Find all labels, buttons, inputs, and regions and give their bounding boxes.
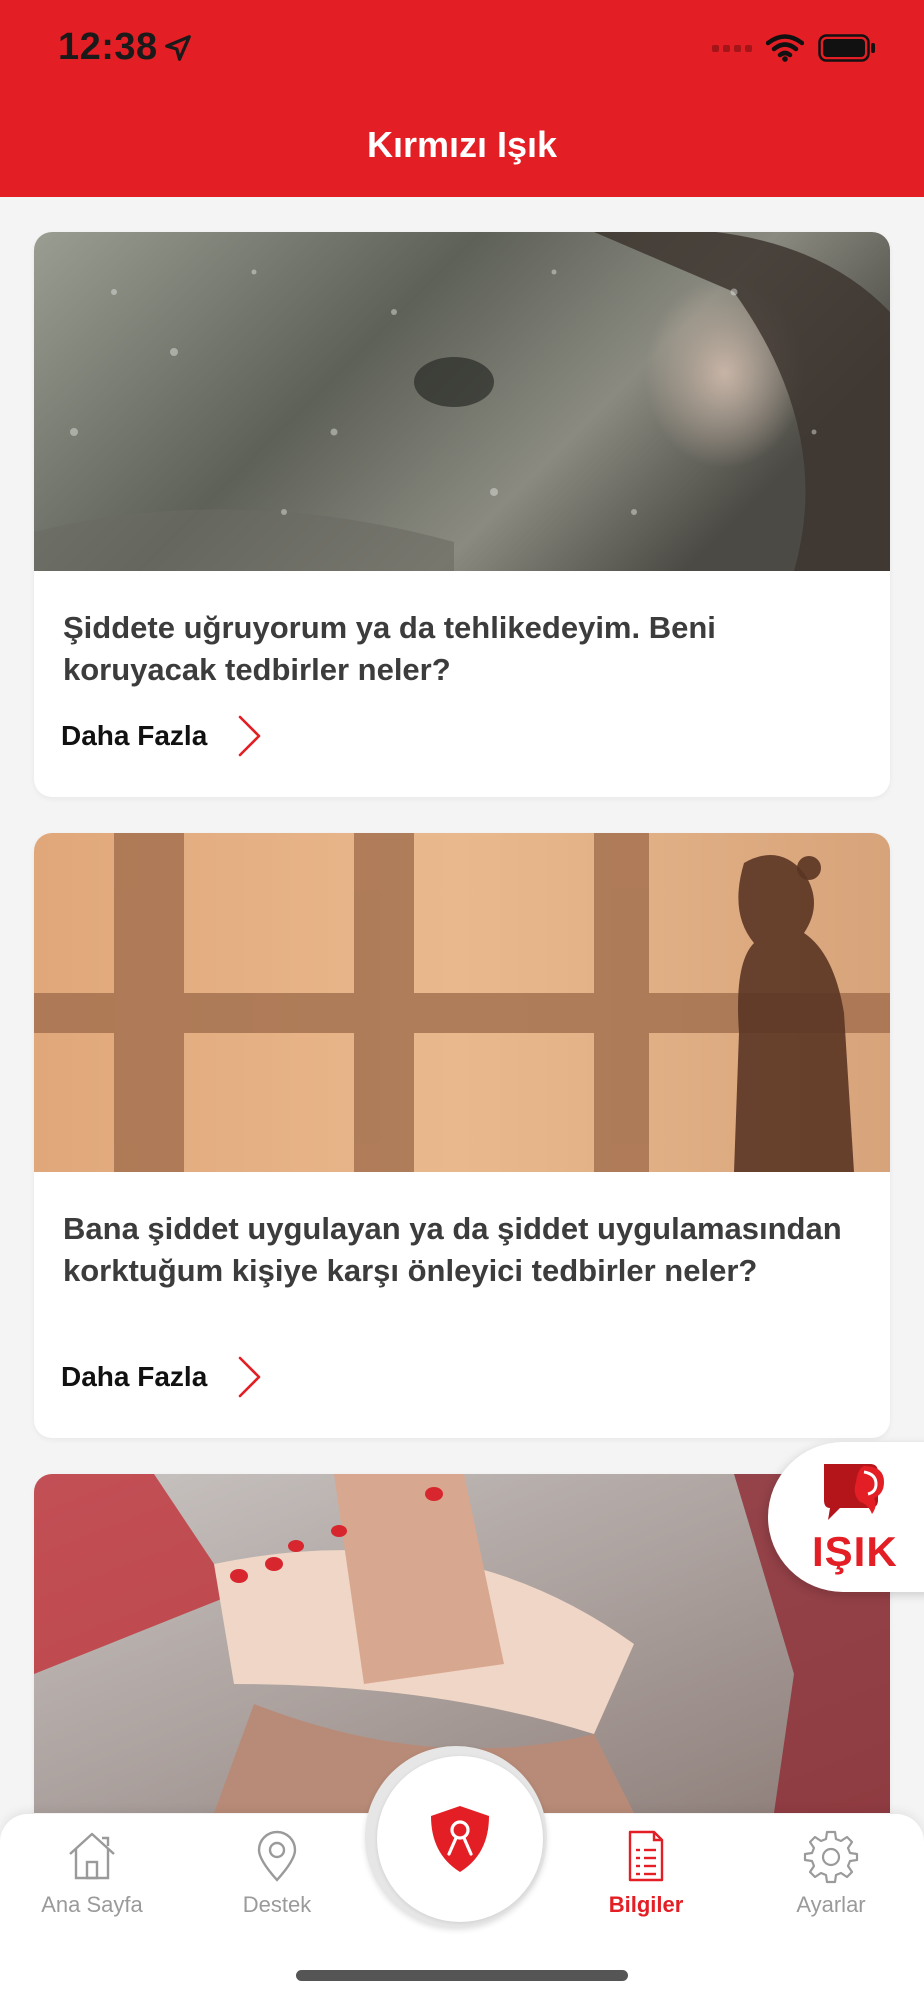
tab-info[interactable]: Bilgiler [566, 1828, 726, 1918]
location-arrow-icon [165, 35, 191, 61]
app-header: 12:38 Kırmızı Işık [0, 0, 924, 197]
tab-label: Bilgiler [608, 1892, 684, 1917]
more-link-label: Daha Fazla [61, 720, 208, 751]
gear-icon [803, 1830, 859, 1884]
info-card[interactable]: Bana şiddet uygulayan ya da şiddet uygul… [34, 833, 890, 1438]
wifi-icon [766, 34, 804, 62]
tab-settings[interactable]: Ayarlar [751, 1828, 911, 1918]
document-list-icon [628, 1830, 664, 1882]
status-icons [712, 34, 876, 62]
tab-label: Ayarlar [796, 1892, 866, 1917]
isik-floating-button[interactable]: IŞIK [768, 1442, 924, 1592]
tab-home[interactable]: Ana Sayfa [12, 1828, 172, 1918]
status-time: 12:38 [58, 26, 158, 68]
battery-icon [818, 34, 875, 62]
home-icon [69, 1832, 115, 1880]
location-pin-icon [257, 1830, 297, 1882]
signal-icon [712, 44, 752, 52]
more-link[interactable]: Daha Fazla [61, 1355, 263, 1399]
center-shield-button[interactable] [377, 1756, 543, 1922]
app-screen: 12:38 Kırmızı Işık Şiddete uğruyorum ya … [0, 0, 924, 2000]
tab-label: Ana Sayfa [41, 1892, 143, 1917]
card-image [34, 833, 890, 1172]
more-link-label: Daha Fazla [61, 1361, 208, 1392]
info-card[interactable]: Şiddete uğruyorum ya da tehlikedeyim. Be… [34, 232, 890, 797]
tab-label: Destek [242, 1892, 312, 1917]
isik-logo-icon [824, 1464, 884, 1520]
card-title: Şiddete uğruyorum ya da tehlikedeyim. Be… [63, 610, 716, 687]
shield-person-icon [431, 1806, 489, 1872]
tab-support[interactable]: Destek [197, 1828, 357, 1918]
page-title: Kırmızı Işık [366, 124, 558, 165]
more-link[interactable]: Daha Fazla [61, 714, 263, 758]
home-indicator [296, 1970, 628, 1981]
card-image [34, 232, 890, 571]
chevron-right-icon [238, 1356, 261, 1398]
chevron-right-icon [238, 715, 261, 757]
card-title: Bana şiddet uygulayan ya da şiddet uygul… [63, 1211, 842, 1288]
isik-label: IŞIK [812, 1528, 898, 1575]
